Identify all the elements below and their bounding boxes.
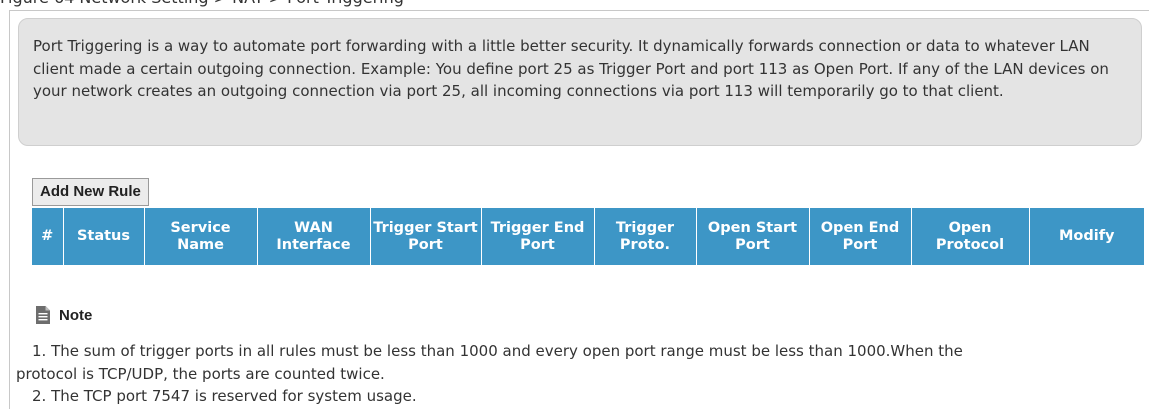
panel-border-top (9, 10, 1149, 11)
add-new-rule-button[interactable]: Add New Rule (32, 178, 149, 206)
column-header-trigger-start-port: Trigger Start Port (370, 208, 482, 265)
column-header-open-protocol: Open Protocol (911, 208, 1030, 265)
column-header-trigger-proto: Trigger Proto. (594, 208, 697, 265)
document-icon (36, 306, 50, 324)
column-header-trigger-end-port: Trigger End Port (481, 208, 595, 265)
note-title: Note (59, 306, 93, 324)
column-header-service-name: Service Name (144, 208, 258, 265)
port-triggering-table: # Status Service Name WAN Interface Trig… (32, 208, 1144, 265)
table-header-row: # Status Service Name WAN Interface Trig… (32, 208, 1144, 265)
column-header-open-end-port: Open End Port (809, 208, 912, 265)
column-header-status: Status (63, 208, 145, 265)
figure-caption: Figure 64 Network Setting > NAT > Port T… (0, 0, 404, 10)
column-header-wan-interface: WAN Interface (257, 208, 371, 265)
note-line-1: 1. The sum of trigger ports in all rules… (32, 342, 963, 360)
note-line-2: 2. The TCP port 7547 is reserved for sys… (32, 387, 417, 405)
panel-border-left (9, 10, 10, 409)
description-box: Port Triggering is a way to automate por… (18, 18, 1142, 146)
description-text: Port Triggering is a way to automate por… (33, 37, 1109, 100)
note-line-1-continued: protocol is TCP/UDP, the ports are count… (16, 364, 385, 383)
column-header-modify: Modify (1029, 208, 1144, 265)
note-body: 1. The sum of trigger ports in all rules… (16, 340, 1126, 408)
column-header-index: # (32, 208, 64, 265)
column-header-open-start-port: Open Start Port (696, 208, 810, 265)
note-header: Note (36, 304, 92, 326)
